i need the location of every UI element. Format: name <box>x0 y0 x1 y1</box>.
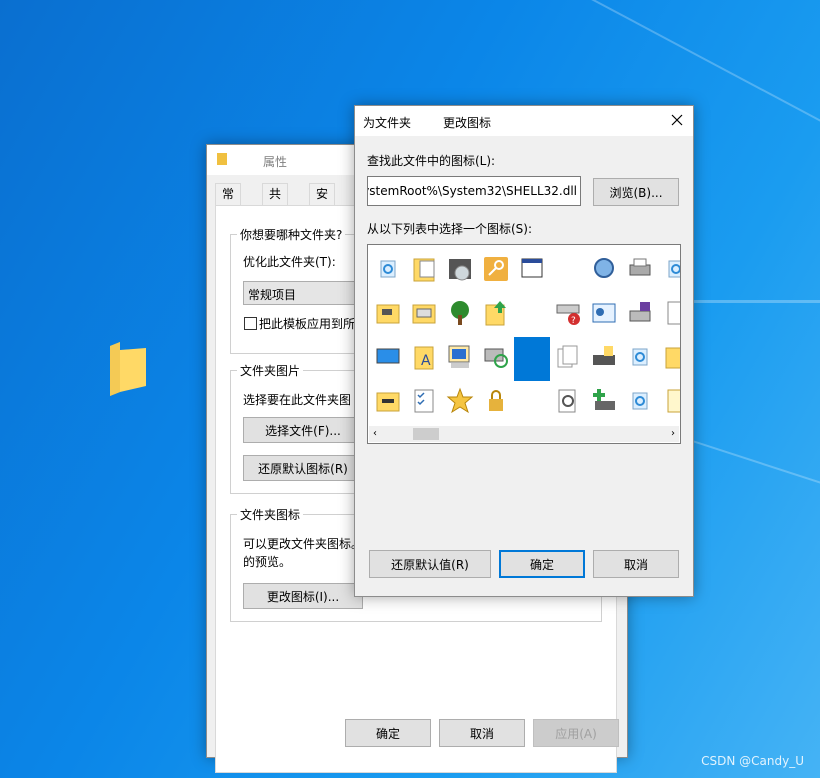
restore-default-icon-button[interactable]: 还原默认图标(R) <box>243 455 363 481</box>
desktop-icon[interactable] <box>370 337 406 377</box>
recycle-bin-icon[interactable] <box>370 249 406 289</box>
control-panel-icon[interactable] <box>586 293 622 333</box>
window-app-icon[interactable] <box>514 249 550 289</box>
checklist-icon[interactable] <box>406 381 442 421</box>
document-search-icon[interactable] <box>550 381 586 421</box>
sync-network-icon[interactable] <box>478 337 514 377</box>
pictures-desc: 选择要在此文件夹图 <box>243 393 352 407</box>
icon-list-label: 从以下列表中选择一个图标(S): <box>367 222 533 236</box>
folder-icon-group-title: 文件夹图标 <box>237 506 304 523</box>
tab-sharing[interactable]: 共享 <box>262 183 289 222</box>
folder-drive-icon[interactable] <box>406 293 442 333</box>
printer-icon[interactable] <box>622 249 658 289</box>
dialog-cancel-button[interactable]: 取消 <box>593 550 679 578</box>
change-icon-dialog: 为文件夹 更改图标 查找此文件中的图标(L): %SystemRoot%\Sys… <box>354 105 694 597</box>
change-icon-titlebar[interactable]: 为文件夹 更改图标 <box>355 106 693 136</box>
star-icon[interactable] <box>442 381 478 421</box>
icon-path-value: %SystemRoot%\System32\SHELL32.dll <box>368 184 577 198</box>
pictures-group-title: 文件夹图片 <box>237 362 304 379</box>
tree-icon[interactable] <box>442 293 478 333</box>
horizontal-scrollbar[interactable]: ‹ › <box>369 426 679 442</box>
font-folder-icon[interactable]: A <box>406 337 442 377</box>
desktop-folder-icon[interactable] <box>108 342 148 396</box>
optimize-group-title: 你想要哪种文件夹? <box>237 226 346 243</box>
svg-text:A: A <box>421 353 431 369</box>
folder-grid-icon[interactable] <box>406 249 442 289</box>
optimize-select-value: 常规项目 <box>248 288 297 302</box>
magnifier-globe-icon[interactable] <box>586 249 622 289</box>
printer-add-icon[interactable] <box>586 381 622 421</box>
tab-security[interactable]: 安全 <box>309 183 336 222</box>
close-icon[interactable] <box>669 112 685 128</box>
dialog-title: 更改图标 <box>443 116 492 130</box>
properties-title: 属性 <box>263 155 288 169</box>
dialog-ok-button[interactable]: 确定 <box>499 550 585 578</box>
optimize-label: 优化此文件夹(T): <box>243 255 336 269</box>
recycle-bin-icon[interactable] <box>622 337 658 377</box>
template-checkbox[interactable] <box>244 317 257 330</box>
pages-stack-icon[interactable] <box>550 337 586 377</box>
choose-file-button[interactable]: 选择文件(F)... <box>243 417 363 443</box>
template-checkbox-label: 把此模板应用到所 <box>259 317 356 331</box>
empty-icon[interactable] <box>514 293 550 333</box>
icon-list[interactable]: ? A ‹ › <box>367 244 681 444</box>
svg-text:?: ? <box>571 316 576 326</box>
restore-defaults-button[interactable]: 还原默认值(R) <box>369 550 491 578</box>
properties-cancel-button[interactable]: 取消 <box>439 719 525 747</box>
selected-blank-icon[interactable] <box>514 337 550 381</box>
recycle-bin-icon[interactable] <box>622 381 658 421</box>
printer-disk-icon[interactable] <box>622 293 658 333</box>
document-icon[interactable] <box>658 293 680 333</box>
fax-printer-icon[interactable] <box>586 337 622 377</box>
folder-icon <box>217 153 227 165</box>
computer-icon[interactable] <box>442 337 478 377</box>
find-icon-label: 查找此文件中的图标(L): <box>367 154 496 168</box>
dialog-title-prefix: 为文件夹 <box>363 116 412 130</box>
folder-tools-icon[interactable] <box>370 381 406 421</box>
empty-icon[interactable] <box>550 249 586 289</box>
folder-icon-desc-1: 可以更改文件夹图标。 <box>243 537 364 551</box>
properties-ok-button[interactable]: 确定 <box>345 719 431 747</box>
folder-network-icon[interactable] <box>370 293 406 333</box>
change-icon-button[interactable]: 更改图标(I)... <box>243 583 363 609</box>
server-question-icon[interactable]: ? <box>550 293 586 333</box>
scroll-left-icon[interactable]: ‹ <box>373 428 377 439</box>
tab-general[interactable]: 常规 <box>215 183 242 222</box>
icon-path-input[interactable]: %SystemRoot%\System32\SHELL32.dll <box>367 176 581 206</box>
key-icon[interactable] <box>478 249 514 289</box>
watermark-text: CSDN @Candy_U <box>701 754 804 768</box>
browse-button[interactable]: 浏览(B)... <box>593 178 679 206</box>
folder-icon-desc-2: 的预览。 <box>243 555 292 569</box>
notepad-icon[interactable] <box>658 381 680 421</box>
properties-apply-button[interactable]: 应用(A) <box>533 719 619 747</box>
cd-drive-icon[interactable] <box>442 249 478 289</box>
folder-icon[interactable] <box>658 337 680 377</box>
recycle-bin-icon[interactable] <box>658 249 680 289</box>
folder-up-arrow-icon[interactable] <box>478 293 514 333</box>
scroll-thumb[interactable] <box>413 428 439 440</box>
padlock-icon[interactable] <box>478 381 514 421</box>
scroll-right-icon[interactable]: › <box>671 428 675 439</box>
empty-icon[interactable] <box>514 381 550 421</box>
